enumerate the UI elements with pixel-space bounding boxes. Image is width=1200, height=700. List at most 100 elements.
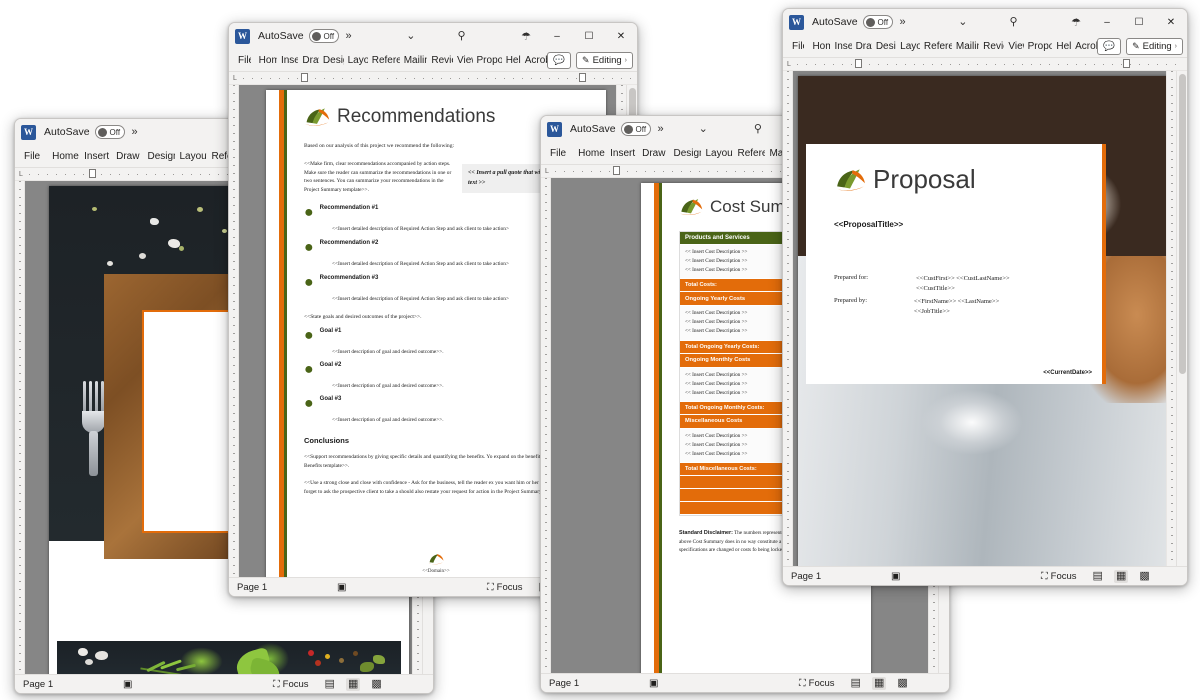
tab-file[interactable]: File [234, 49, 251, 71]
focus-mode-button[interactable]: ⛶ Focus [1041, 571, 1077, 582]
tab-layout[interactable]: Layout [175, 145, 207, 167]
autosave-toggle[interactable]: Off [308, 29, 339, 43]
tab-insert[interactable]: Insert [606, 142, 638, 164]
print-layout-icon[interactable]: ▦ [871, 676, 887, 690]
page-indicator[interactable]: Page 1 [791, 571, 891, 582]
tab-draw[interactable]: Draw [852, 35, 872, 57]
focus-mode-button[interactable]: ⛶ Focus [799, 678, 835, 689]
read-mode-icon[interactable]: ▤ [323, 678, 337, 691]
tab-file[interactable]: File [546, 142, 570, 164]
globe-icon[interactable]: ☂ [521, 30, 531, 43]
document-canvas[interactable]: Proposal <<ProposalTitle>> Prepared for:… [783, 71, 1187, 566]
tab-acrobat[interactable]: Acrobat [1071, 35, 1097, 57]
minimize-button[interactable]: – [1091, 9, 1123, 35]
globe-icon[interactable]: ☂ [1071, 16, 1081, 29]
editing-mode-button[interactable]: ✎ Editing › [576, 51, 633, 69]
title-bar[interactable]: W AutoSave Off » ⌄ ⚲ ☂ – ☐ ✕ [783, 9, 1187, 35]
tab-review[interactable]: Review [979, 35, 1004, 57]
tab-draw[interactable]: Draw [112, 145, 143, 167]
ribbon-display-caret[interactable]: ⌄ [958, 16, 967, 28]
tab-insert[interactable]: Insert [830, 35, 851, 57]
tab-layout[interactable]: Layout [344, 49, 368, 71]
tab-mailings[interactable]: Mailings [952, 35, 979, 57]
indent-marker[interactable] [613, 166, 620, 175]
print-layout-icon[interactable]: ▦ [1113, 569, 1129, 583]
accessibility-checker-icon[interactable]: ▣ [337, 582, 487, 593]
tab-draw[interactable]: Draw [638, 142, 669, 164]
status-bar[interactable]: Page 1 ▣ ⛶ Focus ▤ ▦ ▩ [15, 674, 433, 693]
maximize-button[interactable]: ☐ [1123, 9, 1155, 35]
tab-mailings[interactable]: Mailings [400, 49, 428, 71]
ribbon-tabs[interactable]: File Home Insert Draw Design Layout Refe… [783, 35, 1187, 58]
close-button[interactable]: ✕ [605, 23, 637, 49]
tab-draw[interactable]: Draw [298, 49, 319, 71]
tab-design[interactable]: Design [143, 145, 175, 167]
web-layout-icon[interactable]: ▩ [895, 677, 909, 690]
autosave-toggle[interactable]: Off [862, 15, 893, 29]
accessibility-checker-icon[interactable]: ▣ [649, 678, 799, 689]
status-bar[interactable]: Page 1 ▣ ⛶ Focus ▤ ▦ ▩ [541, 673, 949, 692]
status-bar[interactable]: Page 1 ▣ ⛶ Focus ▤ ▦ ▩ [783, 566, 1187, 585]
tab-review[interactable]: Review [427, 49, 453, 71]
tab-view[interactable]: View [1004, 35, 1023, 57]
web-layout-icon[interactable]: ▩ [1137, 570, 1151, 583]
horizontal-ruler[interactable]: L [229, 72, 637, 85]
tab-home[interactable]: Home [48, 145, 80, 167]
tab-acrobat[interactable]: Acrobat [521, 49, 547, 71]
document-page-proposal[interactable]: Proposal <<ProposalTitle>> Prepared for:… [798, 76, 1176, 566]
page-indicator[interactable]: Page 1 [549, 678, 649, 689]
vertical-scrollbar[interactable] [1176, 71, 1187, 566]
page-indicator[interactable]: Page 1 [23, 679, 123, 690]
print-layout-icon[interactable]: ▦ [345, 677, 361, 691]
tab-layout[interactable]: Layout [701, 142, 733, 164]
indent-marker[interactable] [89, 169, 96, 178]
indent-marker[interactable] [301, 73, 308, 82]
search-icon[interactable]: ⚲ [754, 123, 762, 135]
tab-insert[interactable]: Insert [80, 145, 112, 167]
focus-mode-button[interactable]: ⛶ Focus [273, 679, 309, 690]
maximize-button[interactable]: ☐ [573, 23, 605, 49]
comments-button[interactable]: 💬 [1097, 37, 1122, 55]
focus-mode-button[interactable]: ⛶ Focus [487, 582, 523, 593]
autosave-toggle[interactable]: Off [620, 122, 651, 136]
accessibility-checker-icon[interactable]: ▣ [123, 679, 273, 690]
ribbon-tabs[interactable]: File Home Insert Draw Design Layout Refe… [229, 49, 637, 72]
tab-home[interactable]: Home [808, 35, 830, 57]
tab-file[interactable]: File [20, 145, 44, 167]
title-bar[interactable]: W AutoSave Off » ⌄ ⚲ ☂ – ☐ ✕ [229, 23, 637, 49]
search-icon[interactable]: ⚲ [1009, 16, 1017, 28]
tab-insert[interactable]: Insert [277, 49, 298, 71]
word-window-proposal[interactable]: W AutoSave Off » ⌄ ⚲ ☂ – ☐ ✕ File Home I… [782, 8, 1188, 586]
tab-help[interactable]: Help [1052, 35, 1071, 57]
accessibility-checker-icon[interactable]: ▣ [891, 571, 1041, 582]
right-indent-marker[interactable] [579, 73, 586, 82]
tab-help[interactable]: Help [502, 49, 521, 71]
tab-references[interactable]: References [733, 142, 765, 164]
tab-references[interactable]: References [920, 35, 952, 57]
tab-home[interactable]: Home [574, 142, 606, 164]
tab-design[interactable]: Design [669, 142, 701, 164]
editing-mode-button[interactable]: ✎ Editing › [1126, 37, 1184, 55]
tab-proposal[interactable]: Proposal [1024, 35, 1053, 57]
comments-button[interactable]: 💬 [547, 51, 572, 69]
right-indent-marker[interactable] [1123, 59, 1130, 68]
tab-design[interactable]: Design [872, 35, 896, 57]
search-icon[interactable]: ⚲ [457, 30, 465, 42]
tab-design[interactable]: Design [319, 49, 344, 71]
web-layout-icon[interactable]: ▩ [369, 678, 383, 691]
indent-marker[interactable] [855, 59, 862, 68]
read-mode-icon[interactable]: ▤ [1091, 570, 1105, 583]
autosave-toggle[interactable]: Off [94, 125, 125, 139]
tab-view[interactable]: View [453, 49, 473, 71]
close-button[interactable]: ✕ [1155, 9, 1187, 35]
page-indicator[interactable]: Page 1 [237, 582, 337, 593]
minimize-button[interactable]: – [541, 23, 573, 49]
tab-layout[interactable]: Layout [896, 35, 920, 57]
horizontal-ruler[interactable]: L [783, 58, 1187, 71]
tab-home[interactable]: Home [255, 49, 277, 71]
tab-proposal[interactable]: Proposal [473, 49, 502, 71]
tab-references[interactable]: References [368, 49, 400, 71]
tab-file[interactable]: File [788, 35, 804, 57]
ribbon-display-caret[interactable]: ⌄ [406, 30, 415, 42]
scrollbar-thumb[interactable] [1179, 74, 1186, 374]
